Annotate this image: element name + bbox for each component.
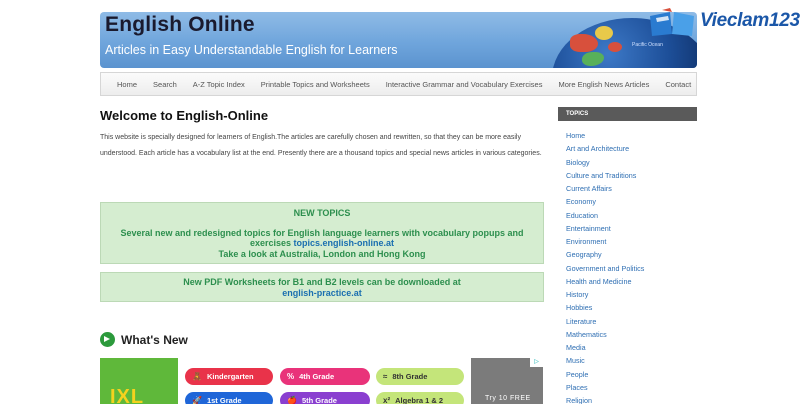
topic-link[interactable]: Economy (566, 195, 644, 208)
ad-pill[interactable]: % 4th Grade (280, 368, 370, 385)
nav-item-printable[interactable]: Printable Topics and Worksheets (253, 80, 378, 89)
globe-land (608, 42, 622, 52)
topic-link[interactable]: Mathematics (566, 328, 644, 341)
ad-pill-label: Algebra 1 & 2 (395, 396, 444, 404)
power-icon: x² (383, 396, 391, 404)
globe-land (595, 26, 613, 40)
page-title: Welcome to English-Online (100, 108, 269, 123)
worksheets-box: New PDF Worksheets for B1 and B2 levels … (100, 272, 544, 302)
topics-heading: TOPICS (558, 107, 697, 121)
new-topics-title: NEW TOPICS (293, 208, 351, 218)
header-banner: Pacific Ocean English Online Articles in… (100, 12, 697, 68)
topic-link[interactable]: Media (566, 341, 644, 354)
topic-link[interactable]: Culture and Traditions (566, 169, 644, 182)
new-topics-line: exercises topics.english-online.at (101, 238, 543, 248)
ad-pill-label: 4th Grade (299, 372, 335, 381)
vieclam-logo[interactable]: Vieclam123 (648, 4, 800, 42)
topic-link[interactable]: Environment (566, 235, 644, 248)
new-topics-line: Take a look at Australia, London and Hon… (218, 249, 426, 259)
topic-link[interactable]: Biology (566, 156, 644, 169)
new-topics-text: exercises (249, 238, 294, 248)
topic-link[interactable]: People (566, 368, 644, 381)
topic-link[interactable]: History (566, 288, 644, 301)
topic-link[interactable]: Music (566, 354, 644, 367)
globe-land (570, 34, 598, 52)
nav-item-search[interactable]: Search (145, 80, 185, 89)
apple-icon: 🍎 (287, 396, 297, 404)
main-nav: Home Search A-Z Topic Index Printable To… (100, 72, 697, 96)
ad-pill[interactable]: 🚀 1st Grade (185, 392, 273, 404)
approx-icon: ≈ (383, 372, 388, 381)
ad-pill[interactable]: 🍎 5th Grade (280, 392, 370, 404)
ad-pill[interactable]: ≈8th Grade (376, 368, 464, 385)
ad-brand: IXL (110, 386, 145, 404)
play-arrow-icon (100, 332, 115, 347)
book-icon (650, 8, 694, 36)
topic-link[interactable]: Government and Politics (566, 262, 644, 275)
globe-label: Pacific Ocean (632, 42, 663, 48)
nav-item-az-index[interactable]: A-Z Topic Index (185, 80, 253, 89)
topic-link[interactable]: Geography (566, 248, 644, 261)
ad-cta-text: Try 10 FREE (485, 395, 531, 402)
new-topics-box: NEW TOPICS Several new and redesigned to… (100, 202, 544, 264)
adchoices-icon[interactable]: ▷ (530, 358, 543, 367)
topic-link[interactable]: Health and Medicine (566, 275, 644, 288)
topic-link[interactable]: Hobbies (566, 301, 644, 314)
ad-banner[interactable]: IXL (100, 358, 178, 404)
intro-text: This website is specially designed for l… (100, 134, 542, 157)
whats-new-title: What's New (121, 332, 188, 347)
site-subtitle: Articles in Easy Understandable English … (105, 43, 398, 57)
topic-link[interactable]: Literature (566, 315, 644, 328)
ad-pill[interactable]: 🧸 Kindergarten (185, 368, 273, 385)
ad-pill-label: 1st Grade (206, 396, 242, 404)
nav-item-contact[interactable]: Contact (657, 80, 699, 89)
nav-item-news[interactable]: More English News Articles (550, 80, 657, 89)
ad-pill-label: Kindergarten (206, 372, 254, 381)
bear-icon: 🧸 (192, 372, 202, 381)
ad-pill[interactable]: x² Algebra 1 & 2 (376, 392, 464, 404)
topic-link[interactable]: Religion (566, 394, 644, 404)
ad-pill-label: 5th Grade (301, 396, 337, 404)
topic-link[interactable]: Places (566, 381, 644, 394)
nav-item-exercises[interactable]: Interactive Grammar and Vocabulary Exerc… (378, 80, 551, 89)
percent-icon: % (287, 372, 295, 381)
new-topics-line: Several new and redesigned topics for En… (120, 228, 524, 238)
topic-link[interactable]: Art and Architecture (566, 142, 644, 155)
nav-item-home[interactable]: Home (109, 80, 145, 89)
ad-pill-label: 8th Grade (392, 372, 428, 381)
logo-text: Vieclam123 (700, 10, 800, 31)
rocket-icon: 🚀 (192, 396, 202, 404)
topic-link[interactable]: Education (566, 209, 644, 222)
topic-link[interactable]: Current Affairs (566, 182, 644, 195)
topics-link[interactable]: topics.english-online.at (294, 238, 395, 248)
site-title[interactable]: English Online (105, 13, 255, 37)
whats-new-heading: What's New (100, 332, 188, 347)
topics-list: Home Art and Architecture Biology Cultur… (566, 129, 644, 404)
topic-link[interactable]: Home (566, 129, 644, 142)
topic-link[interactable]: Entertainment (566, 222, 644, 235)
practice-link[interactable]: english-practice.at (101, 288, 543, 298)
worksheets-text: New PDF Worksheets for B1 and B2 levels … (183, 277, 461, 287)
